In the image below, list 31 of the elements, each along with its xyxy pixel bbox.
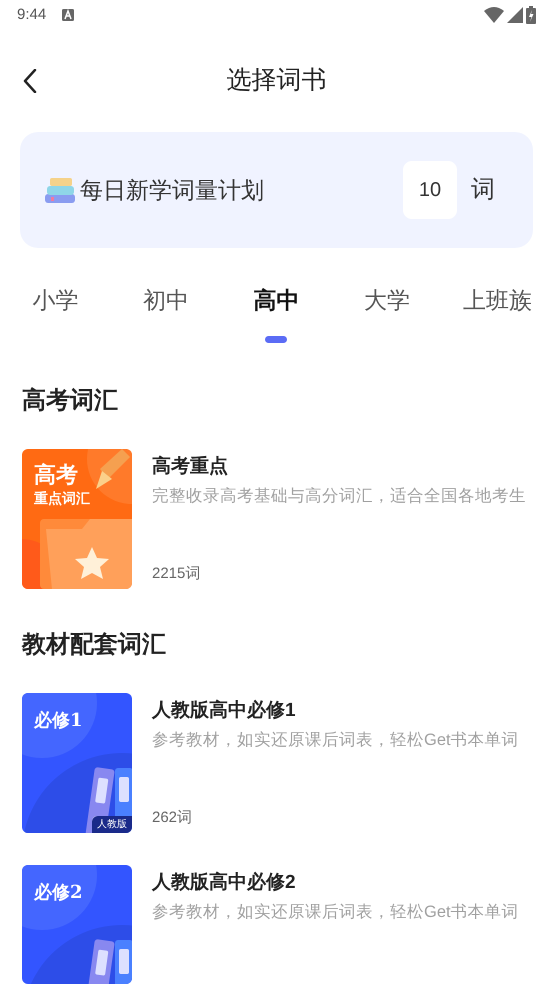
cover-title: 高考 [34,461,78,490]
book-title: 人教版高中必修1 [152,698,297,723]
plan-input[interactable]: 10 [403,161,457,219]
signal-icon [507,7,523,23]
cover-title: 必修2 [34,881,83,905]
book-description: 参考教材，如实还原课后词表，轻松Get书本单词 [152,902,519,923]
wifi-icon [484,7,504,23]
tab-indicator [265,336,288,343]
cover-badge: 人教版 [92,816,132,833]
category-tab[interactable]: 上班族 [442,284,553,340]
book-title: 人教版高中必修2 [152,870,297,895]
book-title: 高考重点 [152,454,229,479]
word-count: 262词 [152,808,194,828]
category-tab[interactable]: 高中 [221,284,332,340]
page-title: 选择词书 [226,65,326,96]
word-count: 2215词 [152,564,202,584]
battery-icon [526,6,536,24]
section-heading: 教材配套词汇 [22,630,167,660]
cover-title: 必修1 [34,709,83,733]
plan-label: 每日新学词量计划 [80,176,265,205]
book-description: 完整收录高考基础与高分词汇，适合全国各地考生 [152,486,526,507]
plan-unit: 词 [471,175,495,205]
category-tab[interactable]: 小学 [0,284,111,340]
book-description: 参考教材，如实还原课后词表，轻松Get书本单词 [152,730,519,751]
category-tab[interactable]: 大学 [332,284,442,340]
status-time: 9:44 [17,4,46,25]
books-icon [44,176,76,204]
section-heading: 高考词汇 [22,386,119,416]
notification-icon [62,9,74,21]
category-tab[interactable]: 初中 [110,284,222,340]
cover-subtitle: 重点词汇 [34,490,90,509]
